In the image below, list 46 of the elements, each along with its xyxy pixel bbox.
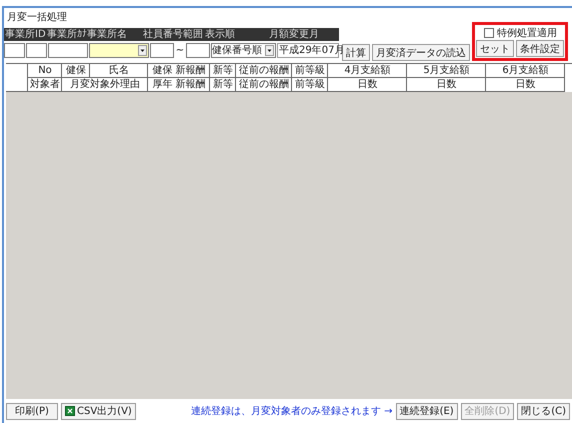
column-header: 健保 <box>62 64 90 78</box>
spreadsheet-icon <box>65 406 75 416</box>
employee-from-field[interactable] <box>150 42 174 58</box>
toolbar-button[interactable]: 条件設定 <box>516 40 564 57</box>
column-header: 4月支給額 <box>328 64 407 78</box>
office-id-field[interactable] <box>4 42 25 58</box>
footer-button[interactable]: 閉じる(C) <box>517 402 570 420</box>
office-kana-field[interactable] <box>48 42 88 58</box>
toolbar-button[interactable]: セット <box>476 40 514 57</box>
column-header: 氏名 <box>90 64 148 78</box>
range-separator: ~ <box>175 44 185 56</box>
print-button[interactable]: 印刷(P) <box>6 402 58 420</box>
special-measure-checkbox[interactable] <box>484 28 494 38</box>
filter-label: 事業所ID <box>4 28 46 41</box>
csv-export-button[interactable]: CSV出力(V) <box>61 402 136 420</box>
column-header: 月変対象外理由 <box>62 78 148 92</box>
toolbar-button[interactable]: 月変済データの読込 <box>372 44 470 61</box>
filter-label: 表示順 <box>204 28 236 41</box>
column-header: 前等級 <box>292 64 328 78</box>
column-header: 新等 <box>210 64 236 78</box>
column-header: 日数 <box>328 78 407 92</box>
toolbar-button[interactable]: 計算 <box>342 44 370 61</box>
column-header: 対象者 <box>28 78 62 92</box>
checkbox-label: 特例処置適用 <box>497 26 557 40</box>
filter-label: 月額変更月 <box>268 28 320 41</box>
column-header: 厚年 新報酬 <box>148 78 210 92</box>
footer-button[interactable]: 連続登録(E) <box>396 402 458 420</box>
filter-label: 社員番号範囲 <box>142 28 204 41</box>
filter-label: 事業所ｶﾅ <box>46 28 86 41</box>
column-header: 健保 新報酬 <box>148 64 210 78</box>
column-header: 日数 <box>407 78 486 92</box>
column-header: 日数 <box>486 78 565 92</box>
column-header: 従前の報酬 <box>236 64 292 78</box>
column-header: 6月支給額 <box>486 64 565 78</box>
column-header: 新等 <box>210 78 236 92</box>
column-header: 5月支給額 <box>407 64 486 78</box>
window-title: 月変一括処理 <box>6 10 68 25</box>
column-header: 従前の報酬 <box>236 78 292 92</box>
column-header: No <box>28 64 62 78</box>
office-name-dropdown[interactable] <box>89 42 149 58</box>
column-header: 前等級 <box>292 78 328 92</box>
footer-note: 連続登録は、月変対象者のみ登録されます → <box>191 404 393 418</box>
office-id-field[interactable] <box>26 42 47 58</box>
sort-order-dropdown[interactable]: 健保番号順 <box>211 42 276 58</box>
filter-label: 事業所名 <box>86 28 128 41</box>
employee-to-field[interactable] <box>186 42 210 58</box>
